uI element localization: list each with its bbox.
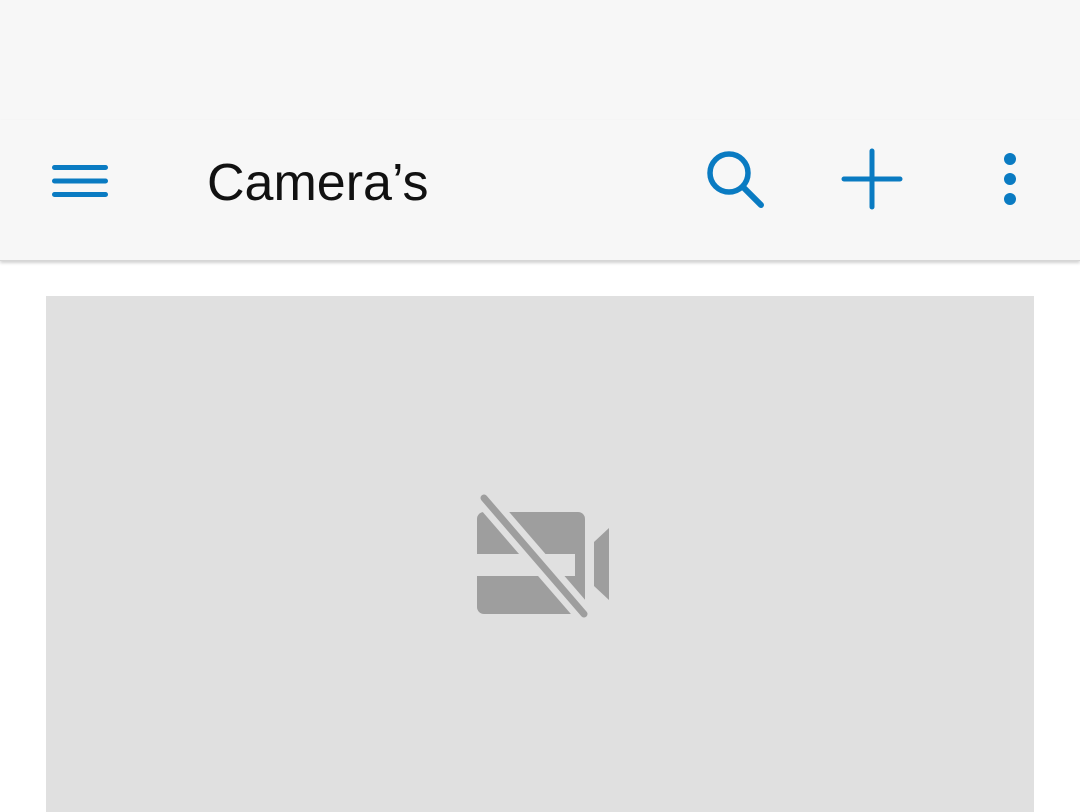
more-vertical-icon	[1004, 153, 1016, 205]
camera-tile[interactable]	[46, 296, 1034, 812]
plus-icon	[841, 148, 903, 210]
video-off-icon	[477, 494, 609, 618]
page-title: Camera’s	[207, 154, 429, 212]
add-camera-button[interactable]	[832, 139, 912, 219]
search-icon	[707, 151, 764, 208]
hamburger-menu-icon	[52, 165, 108, 197]
app-bar: Camera’s	[0, 120, 1080, 261]
menu-button[interactable]	[40, 141, 120, 221]
search-button[interactable]	[695, 139, 775, 219]
more-options-button[interactable]	[970, 139, 1050, 219]
status-bar	[0, 0, 1080, 120]
